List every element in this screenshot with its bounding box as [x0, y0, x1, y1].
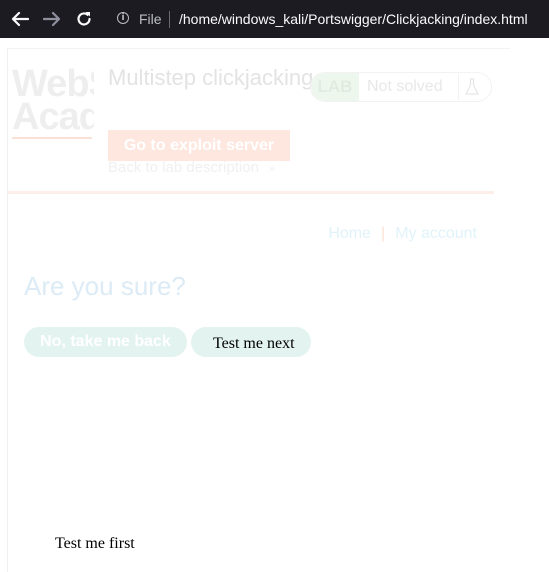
- lab-status-text: Not solved: [367, 78, 443, 95]
- flask-icon: [458, 74, 485, 100]
- info-icon[interactable]: i: [117, 12, 129, 24]
- no-take-me-back-button[interactable]: No, take me back: [24, 327, 187, 357]
- nav-my-account-link[interactable]: My account: [395, 225, 477, 242]
- scheme-label: File: [139, 11, 162, 27]
- academy-logo: WebS Acade: [12, 68, 94, 140]
- back-to-lab-link[interactable]: Back to lab description »: [108, 159, 275, 176]
- lab-title: Multistep clickjacking: [108, 65, 314, 90]
- victim-iframe[interactable]: WebS Acade Multistep clickjacking Go to …: [8, 49, 510, 572]
- back-button[interactable]: [10, 9, 30, 29]
- header-divider: [8, 191, 494, 194]
- reload-button[interactable]: [74, 9, 94, 29]
- logo-line-2: Acade: [12, 96, 94, 138]
- arrow-left-icon: [11, 11, 29, 27]
- decoy-test-me-next: Test me next: [213, 335, 295, 352]
- forward-button[interactable]: [42, 9, 62, 29]
- confirm-heading: Are you sure?: [24, 271, 186, 301]
- browser-toolbar: i File /home/windows_kali/Portswigger/Cl…: [0, 0, 549, 38]
- url-separator: [169, 11, 170, 28]
- reload-icon: [77, 12, 91, 26]
- nav-separator: |: [381, 225, 386, 242]
- url-bar[interactable]: i File /home/windows_kali/Portswigger/Cl…: [108, 2, 549, 36]
- nav-home-link[interactable]: Home: [328, 225, 371, 242]
- arrow-right-icon: [43, 11, 61, 27]
- decoy-test-me-first: Test me first: [55, 535, 135, 552]
- url-text[interactable]: /home/windows_kali/Portswigger/Clickjack…: [179, 11, 528, 27]
- lab-status-widget: LAB Not solved: [310, 72, 492, 102]
- top-navigation: Home | My account: [328, 225, 477, 243]
- page-viewport: WebS Acade Multistep clickjacking Go to …: [0, 38, 549, 572]
- chevron-right-icon: »: [269, 163, 276, 175]
- back-link-label: Back to lab description: [108, 159, 259, 176]
- exploit-server-button[interactable]: Go to exploit server: [108, 130, 290, 161]
- lab-badge: LAB: [311, 73, 359, 101]
- logo-underline: [12, 137, 92, 139]
